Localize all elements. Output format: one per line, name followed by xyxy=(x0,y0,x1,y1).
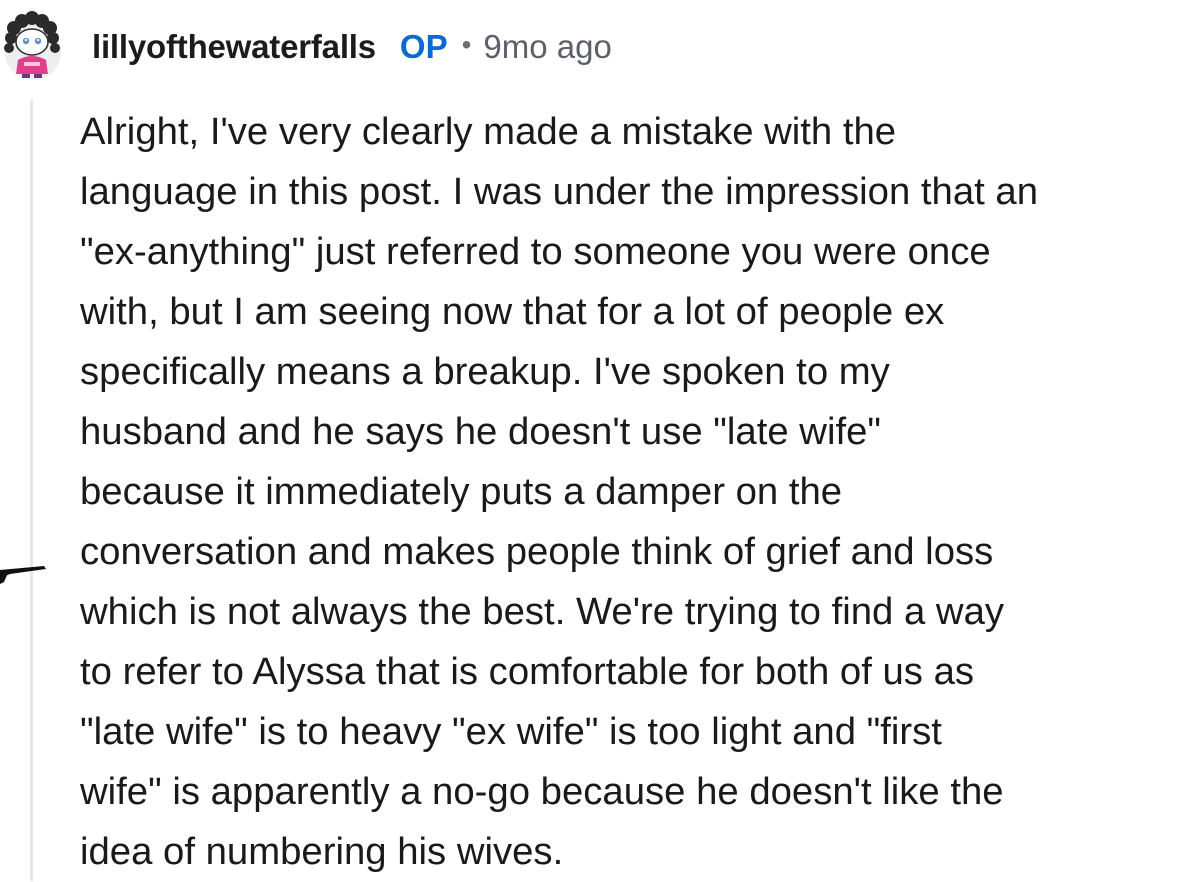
comment-body: Alright, I've very clearly made a mistak… xyxy=(80,102,1180,882)
comment-text-line: to refer to Alyssa that is comfortable f… xyxy=(80,650,975,693)
snoo-avatar-icon xyxy=(4,11,61,80)
op-badge: OP xyxy=(399,28,448,65)
comment-text-line: husband and he says he doesn't use "late… xyxy=(80,410,881,453)
thread-collapse-line[interactable] xyxy=(30,100,33,881)
avatar[interactable] xyxy=(0,10,66,80)
comment-text-line: conversation and makes people think of g… xyxy=(80,530,994,573)
comment-text-line: specifically means a breakup. I've spoke… xyxy=(80,350,890,393)
comment-text-line: with, but I am seeing now that for a lot… xyxy=(80,290,945,333)
comment-text-line: idea of numbering his wives. xyxy=(80,830,564,873)
comment-text-line: wife" is apparently a no-go because he d… xyxy=(80,770,1004,813)
separator-dot: • xyxy=(461,29,472,60)
comment-text-line: language in this post. I was under the i… xyxy=(80,170,1039,213)
arrow-icon xyxy=(0,560,48,590)
comment-timestamp[interactable]: 9mo ago xyxy=(483,28,611,66)
comment-text-line: because it immediately puts a damper on … xyxy=(80,470,843,513)
comment-text-line: "ex-anything" just referred to someone y… xyxy=(80,230,991,273)
comment-text-line: which is not always the best. We're tryi… xyxy=(80,590,1005,633)
username-link[interactable]: lillyofthewaterfalls xyxy=(92,28,376,66)
comment-text-line: "late wife" is to heavy "ex wife" is too… xyxy=(80,710,942,753)
comment-text-line: Alright, I've very clearly made a mistak… xyxy=(80,110,897,153)
comment-header: lillyofthewaterfalls OP • 9mo ago xyxy=(92,24,612,70)
